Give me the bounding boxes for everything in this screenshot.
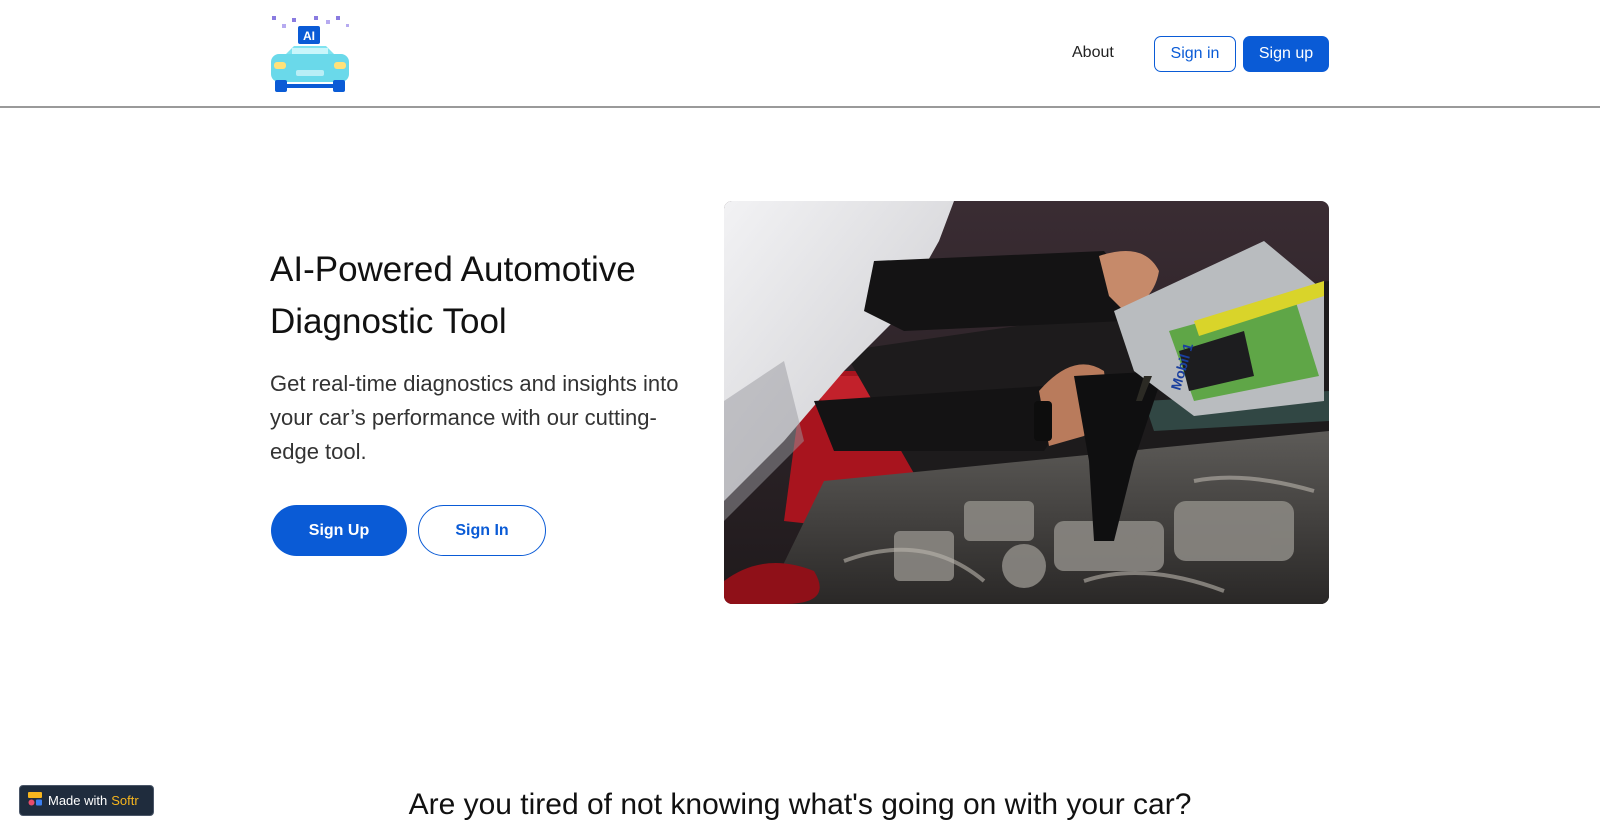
navbar: AI About Sign in Sign up <box>0 0 1600 108</box>
hero-subtitle: Get real-time diagnostics and insights i… <box>270 371 679 464</box>
section-title: Are you tired of not knowing what's goin… <box>408 788 1192 821</box>
logo-ai-text: AI <box>303 29 315 43</box>
ai-car-logo-icon[interactable]: AI <box>270 14 350 94</box>
hero-image-mechanic-oil: Mobil 1 <box>724 201 1329 604</box>
made-with-softr-badge[interactable]: Made with Softr <box>19 785 154 816</box>
softr-logo-icon <box>28 792 42 809</box>
badge-prefix: Made with <box>48 793 108 808</box>
hero-title: AI-Powered Automotive Diagnostic Tool <box>270 250 636 341</box>
nav-signin-button[interactable]: Sign in <box>1154 36 1236 72</box>
nav-signup-button[interactable]: Sign up <box>1243 36 1329 72</box>
hero-signup-button[interactable]: Sign Up <box>271 505 407 556</box>
badge-brand: Softr <box>111 793 139 808</box>
hero-signin-button[interactable]: Sign In <box>418 505 546 556</box>
nav-link-about[interactable]: About <box>1072 44 1114 62</box>
